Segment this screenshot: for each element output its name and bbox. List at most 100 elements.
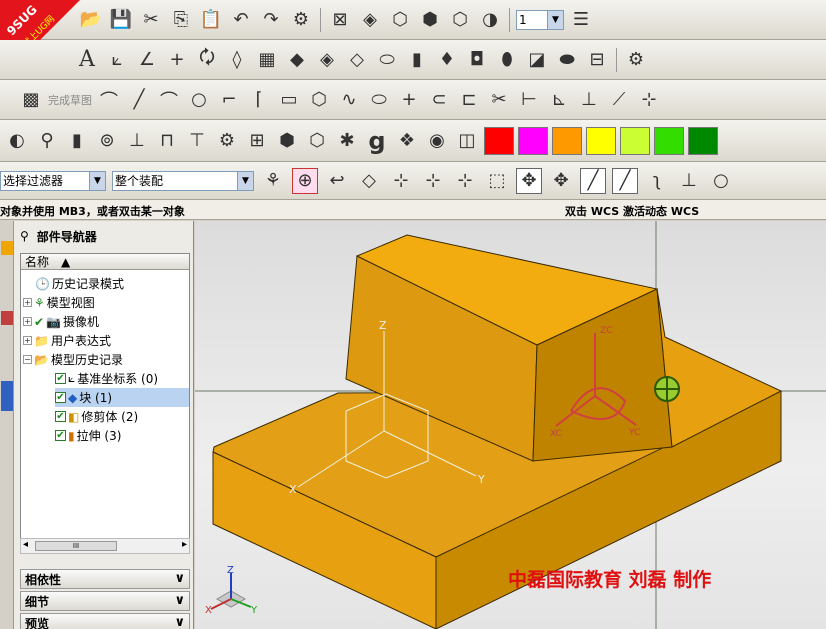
resource-tab-icon[interactable] (1, 311, 13, 325)
pattern-curve-icon[interactable]: ⊏ (456, 87, 482, 113)
text-icon[interactable]: A (74, 47, 100, 73)
fit-view-icon[interactable]: ⊠ (327, 7, 353, 33)
tree-node-trim-body[interactable]: ✔ ◧ 修剪体 (2) (55, 407, 138, 426)
analysis-icon[interactable]: ⚲ (34, 128, 60, 154)
quick-trim-icon[interactable]: ✂ (486, 87, 512, 113)
line-icon[interactable]: ╱ (126, 87, 152, 113)
sweep-icon[interactable]: 🗘 (194, 47, 220, 73)
expand-icon[interactable]: + (23, 336, 32, 345)
save-icon[interactable]: 💾 (108, 7, 134, 33)
color-swatch-lime[interactable] (620, 126, 650, 155)
snap-mid-icon[interactable]: ⊹ (452, 168, 478, 194)
selection-scope-combo[interactable]: 整个装配 ▼ (112, 170, 254, 191)
general-filter-icon[interactable]: ⚘ (260, 168, 286, 194)
assembly-icon[interactable]: ⊓ (154, 128, 180, 154)
layer-combo[interactable]: 1 ▼ (516, 9, 564, 30)
scroll-right-icon[interactable]: ▸ (182, 539, 187, 550)
constraints-icon[interactable]: ⊥ (576, 87, 602, 113)
dimension-icon[interactable]: ⟋ (606, 87, 632, 113)
translucent-icon[interactable]: ⬡ (304, 128, 330, 154)
color-swatch-red[interactable] (484, 126, 514, 155)
snap-center-icon[interactable]: ✥ (548, 168, 574, 194)
resource-tab-icon[interactable] (1, 241, 13, 255)
checkbox-checked[interactable]: ✔ (55, 373, 66, 384)
wireframe-icon[interactable]: ⬡ (447, 7, 473, 33)
snap-midpoint-icon[interactable]: ╱ (612, 167, 638, 194)
snap-end-icon[interactable]: ⊹ (420, 168, 446, 194)
chamfer-icon[interactable]: ⊟ (584, 47, 610, 73)
panel-details[interactable]: 细节 ∨ (20, 591, 190, 611)
arc-icon[interactable]: ⌒ (156, 87, 182, 113)
horizontal-scrollbar[interactable]: ◂ III ▸ (20, 538, 190, 554)
pin-icon[interactable]: ⚲ (20, 229, 29, 243)
collapse-icon[interactable]: − (23, 355, 32, 364)
hide-icon[interactable]: ❖ (394, 128, 420, 154)
panel-preview[interactable]: 预览 ∨ (20, 613, 190, 629)
g-letter-icon[interactable]: g (364, 127, 390, 155)
checkbox-checked[interactable]: ✔ (55, 411, 66, 422)
fillet-icon[interactable]: ⌐ (216, 87, 242, 113)
checkbox-checked[interactable]: ✔ (55, 392, 66, 403)
table-icon[interactable]: ⊞ (244, 128, 270, 154)
gear-icon[interactable]: ⚙ (214, 128, 240, 154)
draft-icon[interactable]: ◪ (524, 47, 550, 73)
command-finder-icon[interactable]: ⚙ (288, 7, 314, 33)
cut-icon[interactable]: ✂ (138, 7, 164, 33)
layer-settings-icon[interactable]: ☰ (568, 7, 594, 33)
render-style-icon[interactable]: ◈ (357, 7, 383, 33)
edit-feature-icon[interactable]: ⚙ (623, 47, 649, 73)
profile-icon[interactable]: ⌒ (96, 87, 122, 113)
panel-dependencies[interactable]: 相依性 ∨ (20, 569, 190, 589)
offset-face-icon[interactable]: ◆ (284, 47, 310, 73)
redo-icon[interactable]: ↷ (258, 7, 284, 33)
snap-arc-center-icon[interactable]: ○ (708, 168, 734, 194)
render-cube-icon[interactable]: ◫ (454, 128, 480, 154)
polygon-icon[interactable]: ⬡ (306, 87, 332, 113)
boss-icon[interactable]: ♦ (434, 47, 460, 73)
checkbox-checked[interactable]: ✔ (55, 430, 66, 441)
feature-filter-icon[interactable]: ⊕ (292, 167, 318, 194)
shaded-icon[interactable]: ⬢ (417, 7, 443, 33)
spline-icon[interactable]: ∿ (336, 87, 362, 113)
type-filter-combo[interactable]: 选择过滤器 ▼ (0, 170, 106, 191)
extrude-icon[interactable]: ▮ (404, 47, 430, 73)
auto-constrain-icon[interactable]: ⊹ (636, 87, 662, 113)
name-column-header[interactable]: 名称 ▲ (21, 254, 189, 270)
circle-icon[interactable]: ○ (186, 87, 212, 113)
color-swatch-yellow[interactable] (586, 126, 616, 155)
snap-tangent-icon[interactable]: ʅ (644, 168, 670, 194)
select-body-icon[interactable]: ◇ (356, 168, 382, 194)
tree-node-model-history[interactable]: − 📂 模型历史记录 (23, 350, 123, 369)
drafting-icon[interactable]: ⊥ (124, 128, 150, 154)
snap-point-icon[interactable]: ⊹ (388, 168, 414, 194)
paste-icon[interactable]: 📋 (198, 7, 224, 33)
chamfer-sketch-icon[interactable]: ⌈ (246, 87, 272, 113)
thicken-icon[interactable]: ◈ (314, 47, 340, 73)
expand-icon[interactable]: + (23, 317, 32, 326)
point-sketch-icon[interactable]: + (396, 87, 422, 113)
make-corner-icon[interactable]: ⊾ (546, 87, 572, 113)
reset-filter-icon[interactable]: ↩ (324, 168, 350, 194)
tree-node-cameras[interactable]: + ✔ 📷 摄像机 (23, 312, 99, 331)
mesh-icon[interactable]: ▦ (254, 47, 280, 73)
cylinder-icon[interactable]: ⬭ (374, 47, 400, 73)
tree-node-block[interactable]: ✔ ◆ 块 (1) (55, 388, 189, 407)
sketch-icon[interactable]: ▩ (18, 87, 44, 113)
expand-icon[interactable]: + (23, 298, 32, 307)
offset-curve-icon[interactable]: ⊂ (426, 87, 452, 113)
show-icon[interactable]: ◉ (424, 128, 450, 154)
solid-color-icon[interactable]: ⬢ (274, 128, 300, 154)
trim-body-icon[interactable]: ◇ (344, 47, 370, 73)
snap-endpoint-icon[interactable]: ╱ (580, 167, 606, 194)
edit-object-display-icon[interactable]: ✱ (334, 128, 360, 154)
view-section-icon[interactable]: ⊚ (94, 128, 120, 154)
tree-node-extrude[interactable]: ✔ ▮ 拉伸 (3) (55, 426, 121, 445)
scroll-left-icon[interactable]: ◂ (23, 539, 28, 550)
snap-perpendicular-icon[interactable]: ⊥ (676, 168, 702, 194)
tree-node-model-views[interactable]: + ⚘ 模型视图 (23, 293, 95, 312)
open-folder-icon[interactable]: 📂 (78, 7, 104, 33)
point-icon[interactable]: + (164, 47, 190, 73)
measure-icon[interactable]: ▮ (64, 128, 90, 154)
copy-icon[interactable]: ⎘ (168, 7, 194, 33)
wcs-origin-handle[interactable] (654, 376, 680, 402)
